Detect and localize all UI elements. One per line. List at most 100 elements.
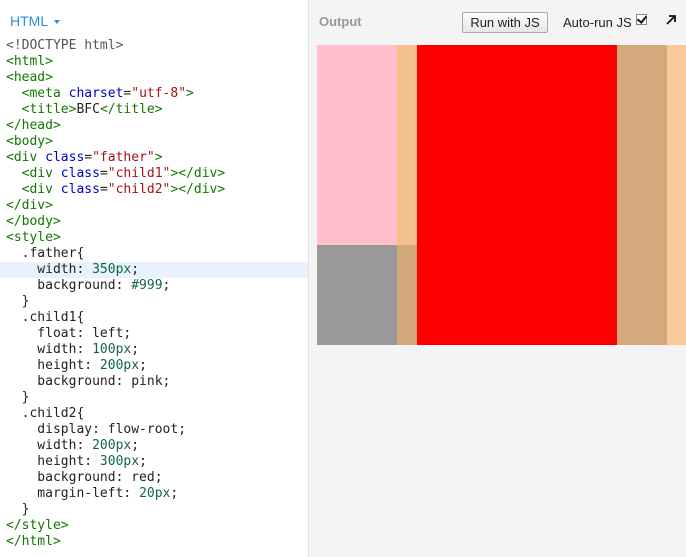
body-margin-region — [667, 45, 686, 345]
code-token: <title> — [21, 102, 77, 117]
code-line[interactable]: background: #999; — [0, 278, 308, 294]
code-line[interactable]: display: flow-root; — [0, 422, 308, 438]
child1-box — [317, 45, 397, 245]
code-line[interactable]: width: 200px; — [0, 438, 308, 454]
run-with-js-button[interactable]: Run with JS — [462, 12, 548, 33]
code-line[interactable]: </div> — [0, 198, 308, 214]
code-line[interactable]: <div class="child1"></div> — [0, 166, 308, 182]
code-token: .father{ — [6, 246, 85, 261]
code-token: pink — [131, 374, 163, 389]
code-token: .child2{ — [6, 406, 85, 421]
caret-down-icon — [54, 20, 61, 24]
code-line[interactable]: </style> — [0, 518, 308, 534]
output-pane: Output Run with JS Auto-run JS — [309, 0, 686, 557]
code-token: ; — [131, 262, 140, 277]
child2-box — [417, 45, 617, 345]
code-line[interactable]: <body> — [0, 134, 308, 150]
code-token: class — [60, 166, 100, 181]
code-line[interactable]: width: 350px; — [0, 262, 308, 278]
code-token: class — [60, 182, 100, 197]
code-line[interactable]: height: 200px; — [0, 358, 308, 374]
code-token: </body> — [6, 214, 61, 229]
code-line[interactable]: </html> — [0, 534, 308, 550]
code-token: .child1{ — [6, 310, 85, 325]
code-token: </html> — [6, 534, 61, 549]
code-token: <div — [21, 166, 61, 181]
code-line[interactable]: height: 300px; — [0, 454, 308, 470]
code-token: flow-root — [107, 422, 179, 437]
code-line[interactable]: <title>BFC</title> — [0, 102, 308, 118]
code-token: <!DOCTYPE html> — [6, 38, 124, 53]
code-line[interactable]: } — [0, 390, 308, 406]
code-token: background: — [6, 374, 132, 389]
code-token: display: — [6, 422, 108, 437]
code-line[interactable]: } — [0, 502, 308, 518]
autorun-label: Auto-run JS — [563, 15, 632, 30]
code-token: } — [6, 390, 30, 405]
code-line[interactable]: margin-left: 20px; — [0, 486, 308, 502]
html-tab-label: HTML — [10, 13, 49, 29]
code-token: 200px — [92, 438, 132, 453]
code-token: background: — [6, 278, 132, 293]
code-token: red — [131, 470, 155, 485]
code-line[interactable]: .father{ — [0, 246, 308, 262]
father-right-region — [617, 45, 667, 345]
code-line[interactable]: </head> — [0, 118, 308, 134]
code-token: 300px — [99, 454, 140, 469]
code-line[interactable]: <!DOCTYPE html> — [0, 38, 308, 54]
code-token: BFC — [76, 102, 100, 117]
code-line[interactable]: <div class="child2"></div> — [0, 182, 308, 198]
code-token: </style> — [6, 518, 69, 533]
code-token: <style> — [6, 230, 61, 245]
code-line[interactable]: <meta charset="utf-8"> — [0, 86, 308, 102]
code-line[interactable]: } — [0, 294, 308, 310]
code-token: } — [6, 502, 30, 517]
code-token: <div — [21, 182, 61, 197]
code-token: "child1" — [107, 166, 171, 181]
code-token: > — [186, 86, 194, 101]
gap-strip-upper — [397, 45, 417, 245]
code-line[interactable]: .child1{ — [0, 310, 308, 326]
code-token: ; — [162, 374, 171, 389]
code-token: <body> — [6, 134, 53, 149]
code-token: } — [6, 294, 30, 309]
code-token: 200px — [99, 358, 140, 373]
code-token: left — [92, 326, 124, 341]
code-token: background: — [6, 470, 132, 485]
code-token: ; — [154, 470, 163, 485]
code-line[interactable]: background: pink; — [0, 374, 308, 390]
code-token: = — [99, 182, 108, 197]
code-token: width: — [6, 438, 93, 453]
code-line[interactable]: <head> — [0, 70, 308, 86]
expand-icon[interactable] — [664, 13, 678, 27]
html-tab-dropdown[interactable]: HTML — [10, 13, 61, 29]
code-token: "child2" — [107, 182, 171, 197]
code-token: margin-left: — [6, 486, 140, 501]
code-token: </head> — [6, 118, 61, 133]
code-token: </div> — [6, 198, 53, 213]
code-line[interactable]: .child2{ — [0, 406, 308, 422]
code-line[interactable]: background: red; — [0, 470, 308, 486]
autorun-checkbox[interactable] — [636, 14, 647, 25]
code-editor[interactable]: <!DOCTYPE html> <html> <head> <meta charse… — [0, 38, 308, 550]
code-token: <head> — [6, 70, 53, 85]
code-token: ; — [139, 358, 147, 373]
code-token: ; — [178, 422, 187, 437]
code-line[interactable]: </body> — [0, 214, 308, 230]
code-line[interactable]: float: left; — [0, 326, 308, 342]
code-token: #999 — [131, 278, 163, 293]
code-line[interactable]: width: 100px; — [0, 342, 308, 358]
code-token: ; — [139, 454, 147, 469]
code-token: ; — [131, 438, 140, 453]
code-token: ; — [162, 278, 171, 293]
code-line[interactable]: <div class="father"> — [0, 150, 308, 166]
code-line[interactable]: <style> — [0, 230, 308, 246]
code-token: 100px — [92, 342, 132, 357]
code-token: ></div> — [170, 182, 226, 197]
code-token: "utf-8" — [131, 86, 187, 101]
code-line[interactable]: <html> — [0, 54, 308, 70]
